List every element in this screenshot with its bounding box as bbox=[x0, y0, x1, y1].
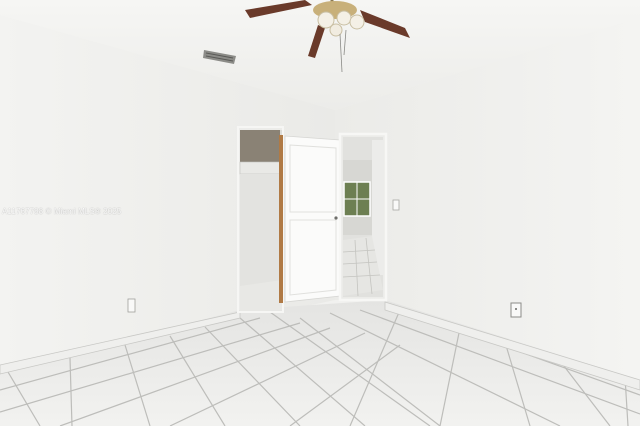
door-jamb bbox=[279, 135, 283, 303]
watermark-text: A11767788 © Miami MLS® 2025 bbox=[2, 207, 122, 216]
closet-interior-wall bbox=[240, 130, 280, 166]
closet-lower-wall bbox=[240, 174, 280, 286]
photo-scene: A11767788 © Miami MLS® 2025 bbox=[0, 0, 640, 426]
power-outlet-icon bbox=[127, 298, 136, 313]
closet-shelf bbox=[239, 161, 281, 175]
door-knob bbox=[334, 216, 338, 220]
light-switch-icon bbox=[392, 199, 400, 211]
open-door bbox=[284, 135, 341, 303]
